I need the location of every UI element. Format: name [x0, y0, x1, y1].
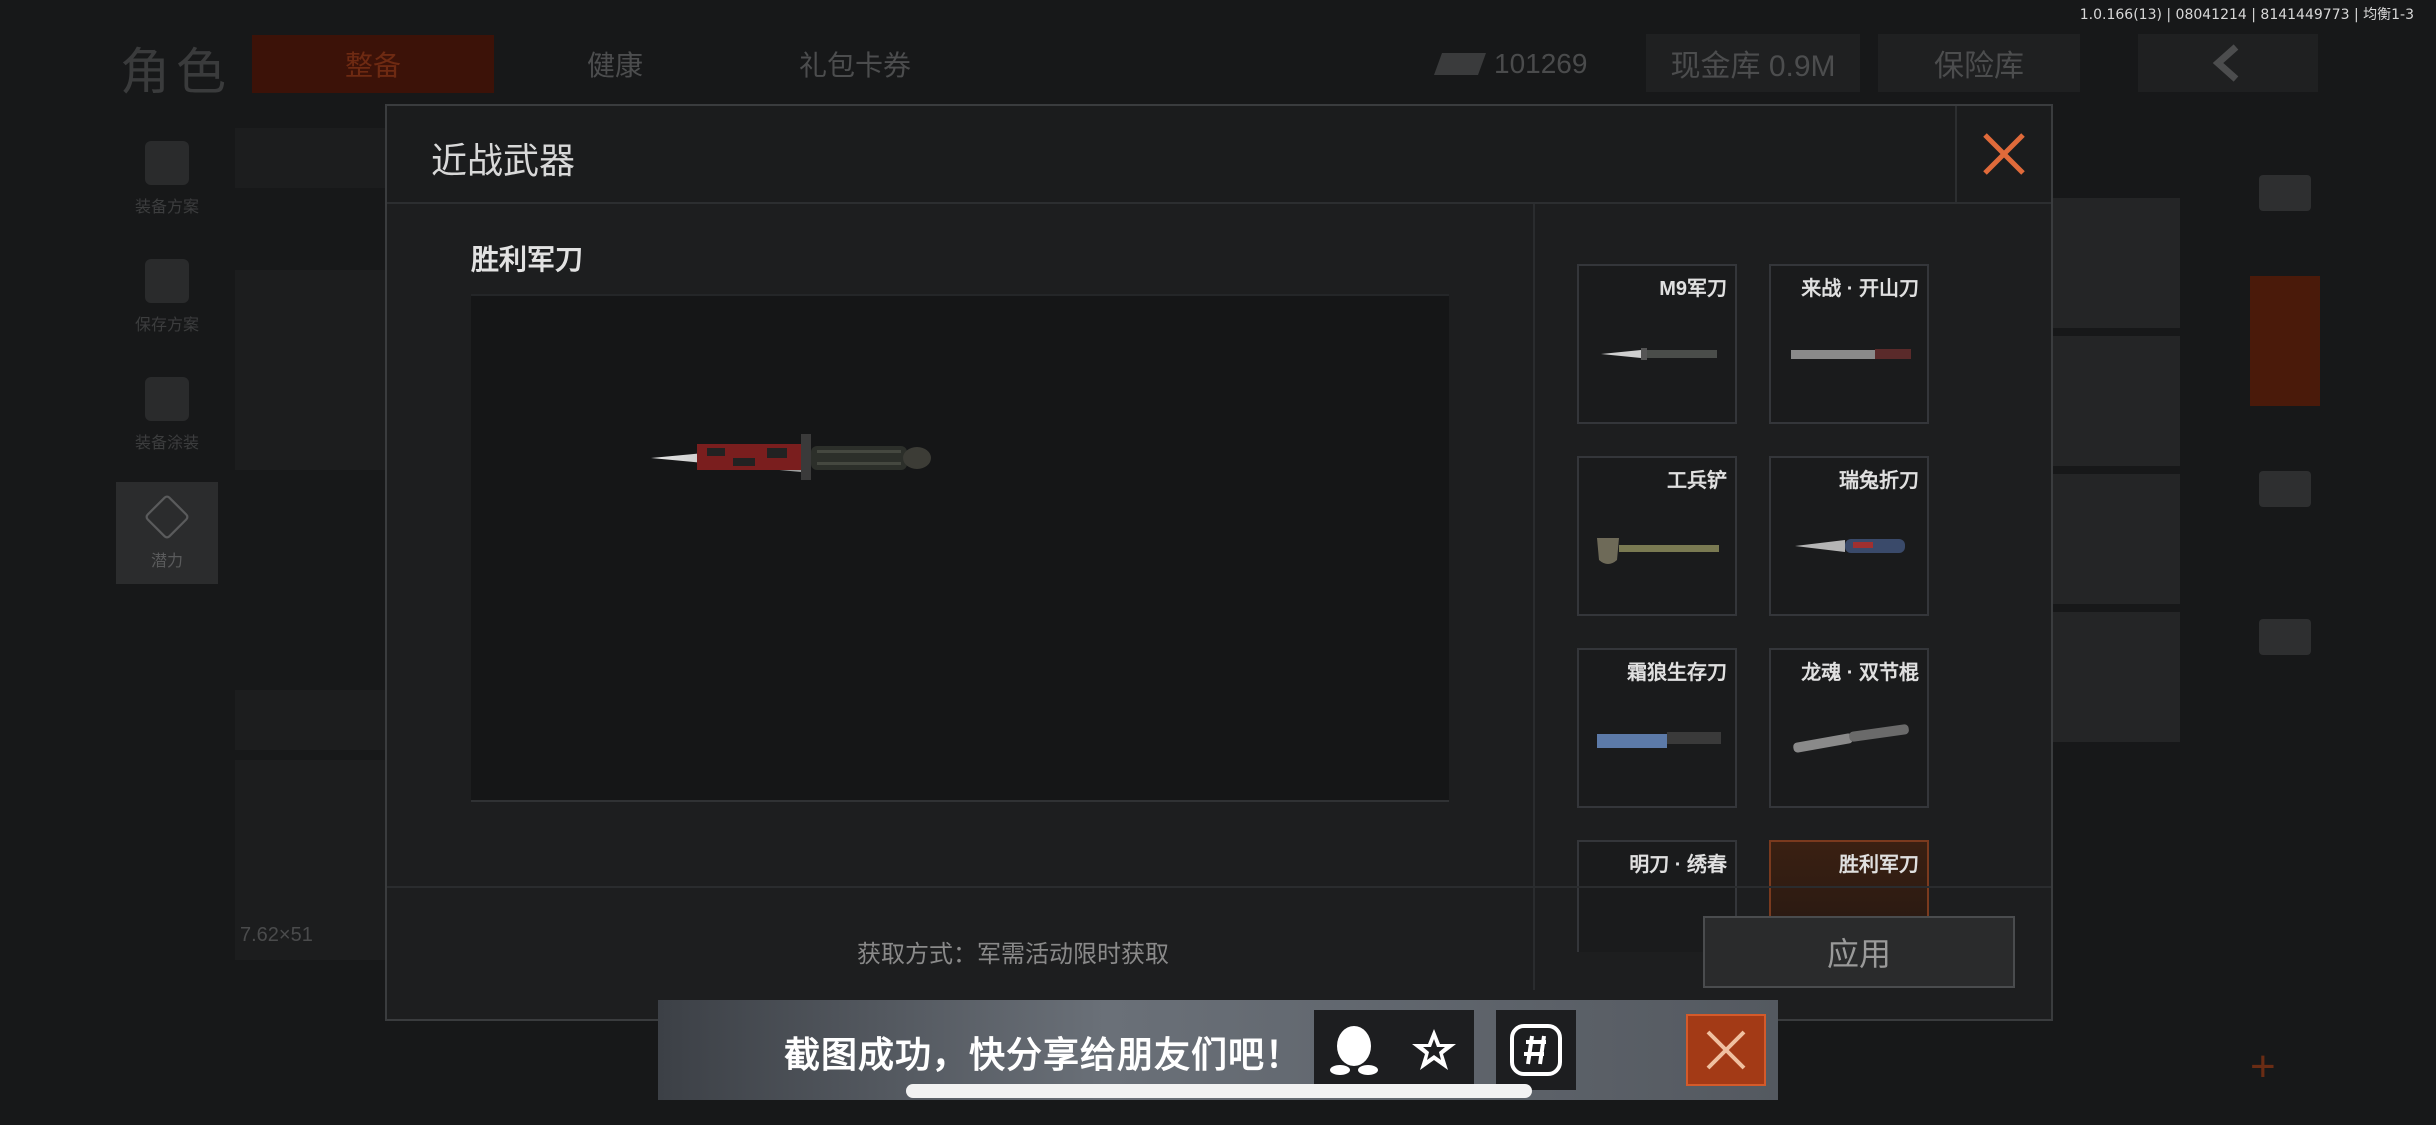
weapon-item-shovel[interactable]: 工兵铲: [1577, 456, 1737, 616]
share-moments-button[interactable]: [1496, 1010, 1576, 1090]
inventory-slot: [2050, 474, 2180, 604]
caliber-label: 7.62×51: [240, 924, 313, 946]
item-label: 霜狼生存刀: [1627, 662, 1727, 684]
cash-bank-button[interactable]: 现金库 0.9M: [1646, 34, 1860, 92]
cash-icon: [1433, 53, 1487, 75]
close-icon: [1706, 1030, 1746, 1070]
nunchaku-icon: [1793, 724, 1909, 753]
item-label: 龙魂 · 双节棍: [1801, 662, 1919, 684]
quick-equip-panel: [235, 128, 385, 188]
item-label: M9军刀: [1659, 278, 1727, 300]
preview-weapon-name: 胜利军刀: [471, 244, 584, 275]
apply-button[interactable]: 应用: [1703, 916, 2015, 988]
acquire-method: 获取方式：军需活动限时获取: [857, 941, 1169, 968]
chevron-left-icon: [2212, 44, 2239, 82]
inventory-column: [2050, 198, 2180, 750]
victory-knife-icon: [651, 434, 931, 480]
inventory-slot: [2050, 336, 2180, 466]
inventory-slot: [2050, 198, 2180, 328]
bolt-icon: [143, 493, 191, 541]
tab-health[interactable]: 健康: [540, 35, 690, 93]
safe-box-button[interactable]: 保险库: [1878, 34, 2080, 92]
weapon-item-machete[interactable]: 来战 · 开山刀: [1769, 264, 1929, 424]
nav-skins[interactable]: 装备涂装: [116, 364, 218, 466]
rifle-icon: [2259, 619, 2311, 655]
currency-amount: 101269: [1494, 48, 1588, 79]
side-icon: [2240, 276, 2330, 406]
nav-loadout[interactable]: 装备方案: [116, 128, 218, 230]
share-qq-button[interactable]: [1314, 1010, 1394, 1090]
currency-display: 101269: [1433, 36, 1588, 92]
version-info: 1.0.166(13) | 08041214 | 8141449773 | 均衡…: [2079, 7, 2414, 23]
nav-label: 保存方案: [134, 317, 199, 334]
moments-icon: [1510, 1024, 1562, 1076]
tab-gift-vouchers[interactable]: 礼包卡券: [760, 35, 950, 93]
ammo-panel: [235, 690, 385, 750]
nav-label: 装备涂装: [134, 435, 199, 452]
item-label: 来战 · 开山刀: [1801, 278, 1919, 300]
inventory-slot: [2050, 612, 2180, 742]
weapon-preview: [471, 294, 1449, 802]
weapon-item-folding-knife[interactable]: 瑞兔折刀: [1769, 456, 1929, 616]
close-icon: [1983, 133, 2025, 175]
top-bar: 角色 整备 健康 礼包卡券 101269 现金库 0.9M 保险库: [0, 0, 2436, 105]
weapon-item-m9[interactable]: M9军刀: [1577, 264, 1737, 424]
machete-icon: [1791, 349, 1911, 359]
survival-knife-icon: [1597, 732, 1721, 748]
modal-header: 近战武器: [387, 106, 2051, 204]
home-indicator[interactable]: [906, 1084, 1532, 1098]
soldier-icon: [145, 377, 189, 421]
container-icon: [2250, 276, 2320, 406]
item-label: 明刀 · 绣春: [1629, 854, 1727, 876]
tab-equipment[interactable]: 整备: [252, 35, 494, 93]
nav-potential[interactable]: 潜力: [116, 482, 218, 584]
modal-title: 近战武器: [431, 140, 576, 181]
bayonet-icon: [1601, 348, 1717, 360]
nav-label: 潜力: [150, 553, 183, 570]
vest-icon: [145, 141, 189, 185]
item-label: 工兵铲: [1667, 470, 1727, 492]
side-icon: [2240, 572, 2330, 702]
folding-knife-icon: [1795, 539, 1905, 553]
side-icon: [2240, 128, 2330, 258]
item-label: 瑞兔折刀: [1839, 470, 1919, 492]
melee-weapon-modal: 近战武器 胜利军刀 M9军刀 来战 · 开山刀 工兵铲 瑞兔折刀 霜狼生存刀 龙…: [385, 104, 2053, 1021]
close-button[interactable]: [1955, 106, 2051, 202]
qq-penguin-icon: [1330, 1026, 1378, 1075]
bag-icon: [2259, 471, 2311, 507]
weapon-list: M9军刀 来战 · 开山刀 工兵铲 瑞兔折刀 霜狼生存刀 龙魂 · 双节棍 明刀…: [1535, 204, 2053, 952]
nav-save-loadout[interactable]: 保存方案: [116, 246, 218, 348]
shovel-icon: [1597, 538, 1719, 564]
side-icons: [2240, 128, 2330, 720]
weapon-item-survival-knife[interactable]: 霜狼生存刀: [1577, 648, 1737, 808]
share-qzone-button[interactable]: [1394, 1010, 1474, 1090]
helmet-slot: [235, 270, 385, 470]
nav-label: 装备方案: [134, 199, 199, 216]
page-title: 角色: [120, 44, 232, 100]
qzone-star-icon: [1412, 1029, 1456, 1070]
plus-icon: +: [2250, 1042, 2276, 1091]
download-icon: [145, 259, 189, 303]
toast-message: 截图成功，快分享给朋友们吧！: [784, 1034, 1303, 1075]
side-icon: [2240, 424, 2330, 554]
left-nav: 装备方案 保存方案 装备涂装 潜力: [116, 128, 218, 600]
weapon-item-nunchaku[interactable]: 龙魂 · 双节棍: [1769, 648, 1929, 808]
toast-close-button[interactable]: [1686, 1014, 1766, 1086]
back-button[interactable]: [2138, 34, 2318, 92]
item-label: 胜利军刀: [1839, 854, 1919, 876]
footer-divider: [387, 886, 2051, 888]
layers-icon: [2259, 175, 2311, 211]
